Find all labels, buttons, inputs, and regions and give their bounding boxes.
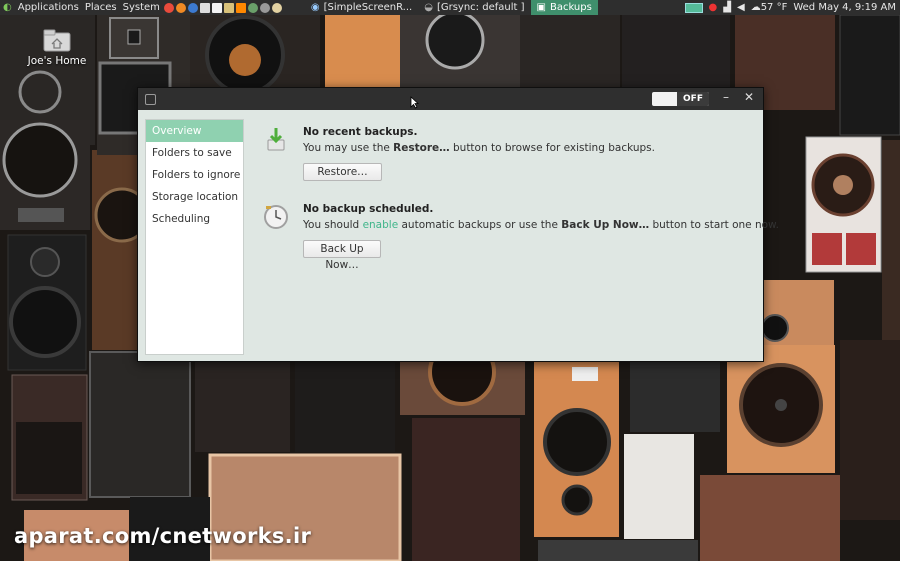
backup-enable-toggle[interactable]: OFF xyxy=(652,92,709,106)
top-panel: ◐ Applications Places System ◉ [SimpleSc… xyxy=(0,0,900,15)
close-icon[interactable]: ✕ xyxy=(744,90,754,104)
mouse-cursor-icon xyxy=(410,96,419,109)
description-text: button to browse for existing backups. xyxy=(449,142,655,154)
weather-temp: 57 °F xyxy=(760,2,788,13)
recorder-icon: ◉ xyxy=(310,2,320,13)
description-text: button to start one now. xyxy=(649,219,780,231)
menu-applications[interactable]: Applications xyxy=(15,0,82,15)
distro-logo-icon[interactable]: ◐ xyxy=(0,0,15,15)
terminal-icon[interactable] xyxy=(199,2,210,13)
description-text: You may use the xyxy=(303,142,394,154)
image-viewer-icon[interactable] xyxy=(271,2,282,13)
sidebar: Overview Folders to save Folders to igno… xyxy=(145,119,244,355)
menu-places[interactable]: Places xyxy=(82,0,120,15)
sidebar-item-overview[interactable]: Overview xyxy=(146,120,243,142)
backup-section-title: No backup scheduled. xyxy=(303,203,434,215)
watermark-text: aparat.com/cnetworks.ir xyxy=(14,524,312,548)
sidebar-item-scheduling[interactable]: Scheduling xyxy=(146,208,243,230)
sidebar-item-folders-to-save[interactable]: Folders to save xyxy=(146,142,243,164)
clock[interactable]: Wed May 4, 9:19 AM xyxy=(793,0,896,15)
back-up-now-button[interactable]: Back Up Now… xyxy=(303,240,381,271)
description-text: You should xyxy=(303,219,363,231)
weather-icon: ☁ xyxy=(750,2,761,13)
record-icon[interactable]: ● xyxy=(709,0,718,15)
clock-icon xyxy=(264,205,288,229)
backups-window: OFF – ✕ Overview Folders to save Folders… xyxy=(137,87,779,362)
screenshot-icon[interactable] xyxy=(259,2,270,13)
taskbar-item-label: [Grsync: default ] xyxy=(436,2,525,13)
taskbar-item-label: Backups xyxy=(549,2,592,13)
enable-link[interactable]: enable xyxy=(363,219,399,231)
backups-icon: ▣ xyxy=(536,2,546,13)
mail-icon[interactable] xyxy=(223,2,234,13)
system-tray: ● ▟ ◀ ☁57 °F Wed May 4, 9:19 AM xyxy=(684,0,900,15)
desktop-icon-label: Joe's Home xyxy=(27,55,87,67)
taskbar-item-backups[interactable]: ▣ Backups xyxy=(530,0,598,15)
restore-section-title: No recent backups. xyxy=(303,126,418,138)
window-titlebar[interactable]: OFF – ✕ xyxy=(138,88,763,110)
menu-system[interactable]: System xyxy=(120,0,163,15)
battery-icon[interactable] xyxy=(684,2,703,13)
download-backup-icon xyxy=(267,128,285,151)
desktop-icon-home[interactable]: Joe's Home xyxy=(26,28,88,67)
restore-section-description: You may use the Restore… button to brows… xyxy=(303,142,655,154)
vlc-icon[interactable] xyxy=(235,2,246,13)
grsync-icon: ◒ xyxy=(424,2,433,13)
text-editor-icon[interactable] xyxy=(211,2,222,13)
firefox-icon[interactable] xyxy=(175,2,186,13)
restore-button[interactable]: Restore… xyxy=(303,163,382,181)
description-text: automatic backups or use the xyxy=(398,219,562,231)
volume-icon[interactable]: ◀ xyxy=(737,0,745,15)
taskbar-item-simplescreenrecorder[interactable]: ◉ [SimpleScreenR... xyxy=(305,0,418,15)
chrome-icon[interactable] xyxy=(163,2,174,13)
weather-readout[interactable]: ☁57 °F xyxy=(751,0,788,15)
sidebar-item-folders-to-ignore[interactable]: Folders to ignore xyxy=(146,164,243,186)
network-icon[interactable] xyxy=(247,2,258,13)
thunderbird-icon[interactable] xyxy=(187,2,198,13)
toggle-state-label: OFF xyxy=(677,92,709,106)
signal-icon[interactable]: ▟ xyxy=(723,0,731,15)
backup-section-description: You should enable automatic backups or u… xyxy=(303,219,779,231)
home-folder-icon xyxy=(43,29,71,52)
description-bold-text: Back Up Now… xyxy=(561,219,650,231)
window-menu-icon[interactable] xyxy=(145,94,156,105)
minimize-icon[interactable]: – xyxy=(723,90,729,104)
sidebar-item-storage-location[interactable]: Storage location xyxy=(146,186,243,208)
description-bold-text: Restore… xyxy=(393,142,450,154)
taskbar-item-label: [SimpleScreenR... xyxy=(323,2,413,13)
taskbar-item-grsync[interactable]: ◒ [Grsync: default ] xyxy=(418,0,530,15)
